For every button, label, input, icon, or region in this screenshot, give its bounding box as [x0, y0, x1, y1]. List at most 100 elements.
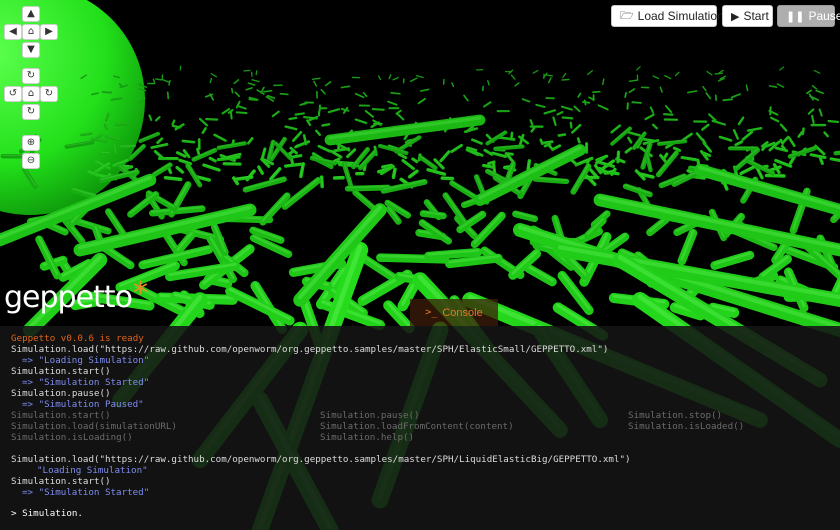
rod-highlight: [636, 65, 641, 71]
rod-segment: [739, 164, 758, 176]
rod-segment: [242, 176, 287, 193]
rod-highlight: [587, 69, 593, 75]
autocomplete-suggestion[interactable]: Simulation.stop(): [628, 410, 722, 421]
rod-highlight: [230, 111, 233, 119]
rod-highlight: [440, 150, 450, 161]
rod-highlight: [279, 92, 289, 95]
rod-segment: [419, 155, 438, 171]
console-line: => "Simulation Started": [22, 487, 150, 498]
rod-highlight: [321, 175, 323, 187]
console-line: Simulation.pause(): [11, 388, 111, 399]
pan-right-button[interactable]: ▶: [40, 24, 58, 40]
rod-segment: [483, 148, 494, 156]
console-line: Simulation.load("https://raw.github.com/…: [11, 344, 609, 355]
console-line: Simulation.start(): [11, 366, 111, 377]
rod-highlight: [402, 159, 414, 169]
rod-highlight: [214, 133, 226, 141]
rod-segment: [178, 158, 193, 166]
autocomplete-suggestion[interactable]: Simulation.help(): [320, 432, 414, 443]
rod-highlight: [167, 91, 169, 99]
pause-label: Pause: [808, 9, 840, 23]
console-line: "Loading Simulation": [37, 465, 148, 476]
rod-highlight: [270, 167, 281, 179]
rod-highlight: [570, 121, 572, 128]
zoom-in-button[interactable]: ⊕: [22, 135, 40, 151]
rod-highlight: [611, 124, 621, 133]
rod-highlight: [243, 69, 251, 72]
rotate-left-button[interactable]: ↺: [4, 86, 22, 102]
console-input[interactable]: Simulation.: [22, 508, 83, 519]
start-label: Start: [743, 9, 769, 23]
load-simulation-label: Load Simulation: [637, 9, 724, 23]
rod-highlight: [365, 110, 374, 117]
rod-segment: [216, 141, 247, 150]
rod-segment: [281, 177, 322, 210]
rod-highlight: [706, 70, 713, 76]
rotate-down-button[interactable]: ↻: [22, 104, 40, 120]
autocomplete-suggestion[interactable]: Simulation.isLoaded(): [628, 421, 744, 432]
rod-highlight: [663, 113, 673, 115]
rod-highlight: [665, 105, 672, 113]
logo-text: geppetto: [4, 280, 133, 315]
rod-segment: [175, 151, 187, 158]
rod-segment: [407, 169, 419, 179]
rod-segment: [774, 158, 793, 168]
logo-star: *: [132, 276, 148, 311]
console-prompt[interactable]: > Simulation.: [11, 508, 83, 519]
console-line: Simulation.start(): [11, 476, 111, 487]
autocomplete-suggestion[interactable]: Simulation.load(simulationURL): [11, 421, 177, 432]
rotate-up-button[interactable]: ↻: [22, 68, 40, 84]
console-tab[interactable]: >_ Console: [410, 299, 498, 326]
rod-highlight: [779, 66, 785, 71]
zoom-out-button[interactable]: ⊖: [22, 153, 40, 169]
rod-highlight: [292, 131, 302, 141]
rod-segment: [595, 154, 609, 162]
autocomplete-suggestion[interactable]: Simulation.pause(): [320, 410, 420, 421]
autocomplete-suggestion[interactable]: Simulation.loadFromContent(content): [320, 421, 514, 432]
rod-highlight: [152, 78, 156, 84]
rod-highlight: [705, 92, 711, 99]
pan-home-button[interactable]: ⌂: [22, 24, 40, 40]
rod-segment: [426, 168, 447, 176]
rotate-right-button[interactable]: ↻: [40, 86, 58, 102]
console-line: => "Loading Simulation": [22, 355, 150, 366]
rod-segment: [202, 163, 221, 172]
folder-open-icon: 🗁: [620, 8, 634, 22]
rod-highlight: [396, 112, 404, 120]
rod-highlight: [388, 74, 392, 79]
pan-down-button[interactable]: ▼: [22, 42, 40, 58]
rotate-home-button[interactable]: ⌂: [22, 86, 40, 102]
console-panel[interactable]: Geppetto v0.0.6 is ready Simulation.load…: [0, 326, 840, 530]
rod-highlight: [236, 111, 247, 114]
rod-segment: [294, 141, 306, 149]
rod-segment: [718, 135, 733, 142]
autocomplete-suggestion[interactable]: Simulation.start(): [11, 410, 111, 421]
rod-segment: [309, 155, 338, 166]
rod-segment: [524, 263, 557, 287]
load-simulation-button[interactable]: 🗁 Load Simulation: [611, 5, 724, 27]
rod-segment: [491, 151, 507, 159]
start-button[interactable]: ▶ Start: [722, 5, 773, 27]
pan-left-button[interactable]: ◀: [4, 24, 22, 40]
rod-highlight: [451, 181, 481, 200]
rod-highlight: [571, 124, 581, 133]
rod-highlight: [592, 90, 601, 93]
geppetto-logo: geppetto*: [4, 276, 148, 315]
pause-button[interactable]: ❚❚ Pause: [777, 5, 840, 27]
rod-highlight: [283, 178, 320, 207]
rod-highlight: [346, 185, 389, 189]
rod-highlight: [187, 163, 201, 185]
autocomplete-suggestion[interactable]: Simulation.isLoading(): [11, 432, 133, 443]
rod-segment: [646, 215, 670, 237]
rod-highlight: [395, 135, 420, 152]
rod-highlight: [210, 72, 217, 78]
pan-up-button[interactable]: ▲: [22, 6, 40, 22]
prompt-symbol: >: [11, 508, 17, 519]
rod-highlight: [631, 101, 642, 104]
rod-highlight: [487, 80, 490, 86]
console-line: => "Simulation Started": [22, 377, 150, 388]
rod-highlight: [561, 78, 570, 81]
rod-segment: [138, 131, 161, 143]
console-line: => "Simulation Paused": [22, 399, 144, 410]
rod-segment: [622, 183, 653, 198]
